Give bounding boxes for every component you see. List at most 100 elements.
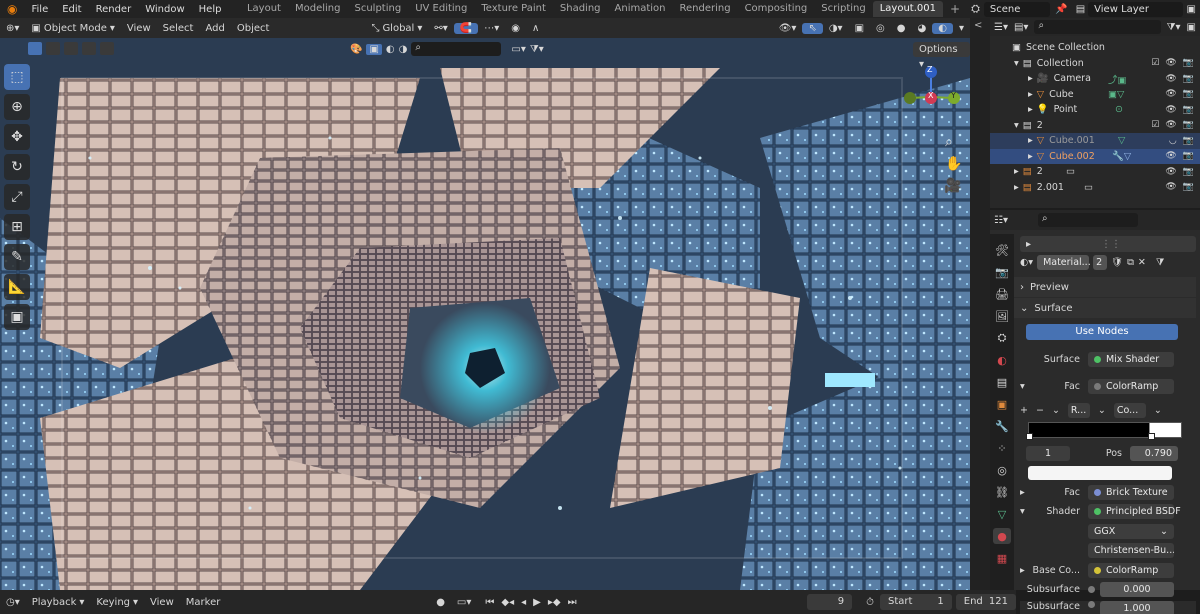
expand-arrow-icon[interactable]: ▸ (1026, 239, 1031, 250)
filter-icon-a[interactable]: ◐ (386, 44, 395, 55)
blender-logo-icon[interactable]: ◉ (0, 2, 24, 16)
outliner-row-cube-002[interactable]: ▸ ▽ Cube.002 🔧▽ 👁 📷 (990, 148, 1200, 164)
select-new-icon[interactable] (28, 42, 42, 55)
filter-funnel-icon[interactable]: ⧩▾ (530, 44, 544, 55)
menu-select[interactable]: Select (157, 23, 200, 34)
camera-render-icon[interactable]: 📷 (1183, 151, 1194, 161)
properties-search-field[interactable]: ⌕ (1037, 213, 1138, 227)
workspace-tab-modeling[interactable]: Modeling (288, 1, 348, 17)
snap-target-icon[interactable]: ⋯▾ (478, 23, 505, 34)
view-layer-tab-icon[interactable]: 🖼 (993, 308, 1011, 324)
ramp-menu-icon[interactable]: ⌄ (1052, 405, 1060, 416)
fac2-input-field[interactable]: Brick Texture (1088, 484, 1174, 500)
object-type-icon[interactable]: ▣ (366, 43, 382, 55)
expand-arrow-icon[interactable]: ▾ (1014, 58, 1019, 69)
camera-render-icon[interactable]: 📷 (1183, 136, 1194, 146)
ramp-mode-dropdown[interactable]: Co... (1113, 402, 1146, 418)
tool-tab-icon[interactable]: 🛠 (993, 242, 1011, 258)
subsurface-field[interactable]: 0.000 (1100, 581, 1174, 597)
outliner-row-collection-2-001[interactable]: ▸ ▤ 2.001 ▭ 👁 📷 (990, 180, 1200, 196)
menu-help[interactable]: Help (192, 4, 229, 15)
object-mode-dropdown[interactable]: ▣ Object Mode ▾ (25, 23, 120, 34)
workspace-tab-shading[interactable]: Shading (553, 1, 608, 17)
jump-end-icon[interactable]: ⏭ (568, 597, 577, 608)
camera-render-icon[interactable]: 📷 (1183, 58, 1194, 68)
current-frame-field[interactable]: 9 (807, 594, 853, 610)
render-tab-icon[interactable]: 📷 (993, 264, 1011, 280)
outliner-filter-icon[interactable]: ⧩▾ (1167, 22, 1181, 33)
eye-icon[interactable]: 👁 (1165, 167, 1176, 177)
expand-arrow-icon[interactable]: ▸ (1028, 135, 1033, 146)
menu-file[interactable]: File (24, 4, 55, 15)
expand-arrow-icon[interactable]: ▾ (1014, 120, 1019, 131)
zoom-icon[interactable]: ⌕ (945, 134, 953, 150)
workspace-tab-animation[interactable]: Animation (608, 1, 673, 17)
cursor-tool-icon[interactable]: ⊕ (4, 94, 30, 120)
duplicate-material-icon[interactable]: ⧉ (1127, 257, 1134, 268)
outliner-row-scene-collection[interactable]: ▣ Scene Collection (990, 40, 1200, 56)
expand-arrow-icon[interactable]: ▸ (1014, 182, 1019, 193)
base-color-input-field[interactable]: ColorRamp (1088, 562, 1174, 578)
colorramp-gradient[interactable] (1028, 422, 1182, 438)
collapse-arrow-icon[interactable]: ▾ (1020, 381, 1042, 392)
menu-playback[interactable]: Playback ▾ (26, 597, 91, 608)
add-cube-tool-icon[interactable]: ▣ (4, 304, 30, 330)
menu-render[interactable]: Render (89, 4, 139, 15)
scene-selector[interactable]: Scene (983, 1, 1051, 17)
camera-render-icon[interactable]: 📷 (1183, 89, 1194, 99)
outliner-row-point[interactable]: ▸ 💡 Point ⊙ 👁 📷 (990, 102, 1200, 118)
checkbox-icon[interactable]: ☑ (1151, 58, 1159, 68)
navigation-gizmo[interactable]: Z X Y (898, 64, 968, 134)
subsurface-method-dropdown[interactable]: Christensen-Bu...⌄ (1088, 542, 1174, 558)
jump-prev-keyframe-icon[interactable]: ◆◂ (501, 597, 514, 608)
search-field[interactable]: ⌕ (411, 42, 502, 56)
new-view-layer-icon[interactable]: ▣ (1183, 4, 1200, 15)
editor-type-icon[interactable]: ⊕▾ (0, 23, 25, 34)
play-reverse-icon[interactable]: ◂ (521, 597, 526, 608)
fac-input-field[interactable]: ColorRamp (1088, 378, 1174, 394)
new-collection-icon[interactable]: ▣ (1187, 22, 1196, 33)
falloff-icon[interactable]: ∧ (526, 23, 545, 34)
select-extend-icon[interactable] (46, 42, 60, 55)
modifier-tab-icon[interactable]: 🔧 (993, 418, 1011, 434)
outliner-row-cube[interactable]: ▸ ▽ Cube ▣▽ 👁 📷 (990, 87, 1200, 103)
shading-wireframe-icon[interactable]: ◎ (870, 23, 891, 34)
select-intersect-icon[interactable] (100, 42, 114, 55)
scene-tab-icon[interactable]: ⛭ (993, 330, 1011, 346)
workspace-tab-layout-001[interactable]: Layout.001 (872, 1, 943, 17)
workspace-tab-layout[interactable]: Layout (240, 1, 288, 17)
filter-funnel-icon[interactable]: ⧩ (1156, 257, 1164, 268)
drag-handle-icon[interactable]: ⋮⋮ (1101, 239, 1121, 250)
camera-render-icon[interactable]: 📷 (1183, 182, 1194, 192)
camera-view-icon[interactable]: 🎥 (944, 178, 961, 194)
physics-tab-icon[interactable]: ◎ (993, 462, 1011, 478)
view-layer-selector[interactable]: View Layer (1088, 1, 1183, 17)
ramp-stop-color-swatch[interactable] (1028, 466, 1172, 480)
eye-closed-icon[interactable]: ◡ (1169, 136, 1177, 146)
workspace-tab-compositing[interactable]: Compositing (738, 1, 815, 17)
keying-set-icon[interactable]: ▭▾ (451, 597, 477, 608)
workspace-tab-uv-editing[interactable]: UV Editing (408, 1, 474, 17)
transform-tool-icon[interactable]: ⊞ (4, 214, 30, 240)
shading-material-icon[interactable]: ◕ (912, 23, 933, 34)
measure-tool-icon[interactable]: 📐 (4, 274, 30, 300)
eye-icon[interactable]: 👁 (1165, 120, 1176, 130)
ramp-interp-dropdown[interactable]: R... (1067, 402, 1090, 418)
add-stop-icon[interactable]: + (1020, 405, 1028, 416)
menu-object[interactable]: Object (231, 23, 276, 34)
menu-keying[interactable]: Keying ▾ (90, 597, 144, 608)
annotate-tool-icon[interactable]: ✎ (4, 244, 30, 270)
workspace-tab-scripting[interactable]: Scripting (814, 1, 872, 17)
gizmo-toggle-icon[interactable]: ⇖ (802, 22, 823, 34)
eye-icon[interactable]: 👁 (1165, 74, 1176, 84)
shading-rendered-icon[interactable]: ◐ (932, 22, 953, 34)
snap-icon[interactable]: 🧲 (453, 22, 479, 34)
subsurface2-field[interactable]: 1.000 (1100, 601, 1174, 614)
color-wheel-icon[interactable]: 🎨 (350, 44, 362, 55)
data-tab-icon[interactable]: ▽ (993, 506, 1011, 522)
ramp-stop-handle-black[interactable] (1026, 433, 1033, 440)
scale-tool-icon[interactable]: ⤢ (4, 184, 30, 210)
pin-icon[interactable]: 📌 (1050, 4, 1072, 15)
texture-tab-icon[interactable]: ▦ (993, 550, 1011, 566)
eye-icon[interactable]: 👁 (1165, 105, 1176, 115)
